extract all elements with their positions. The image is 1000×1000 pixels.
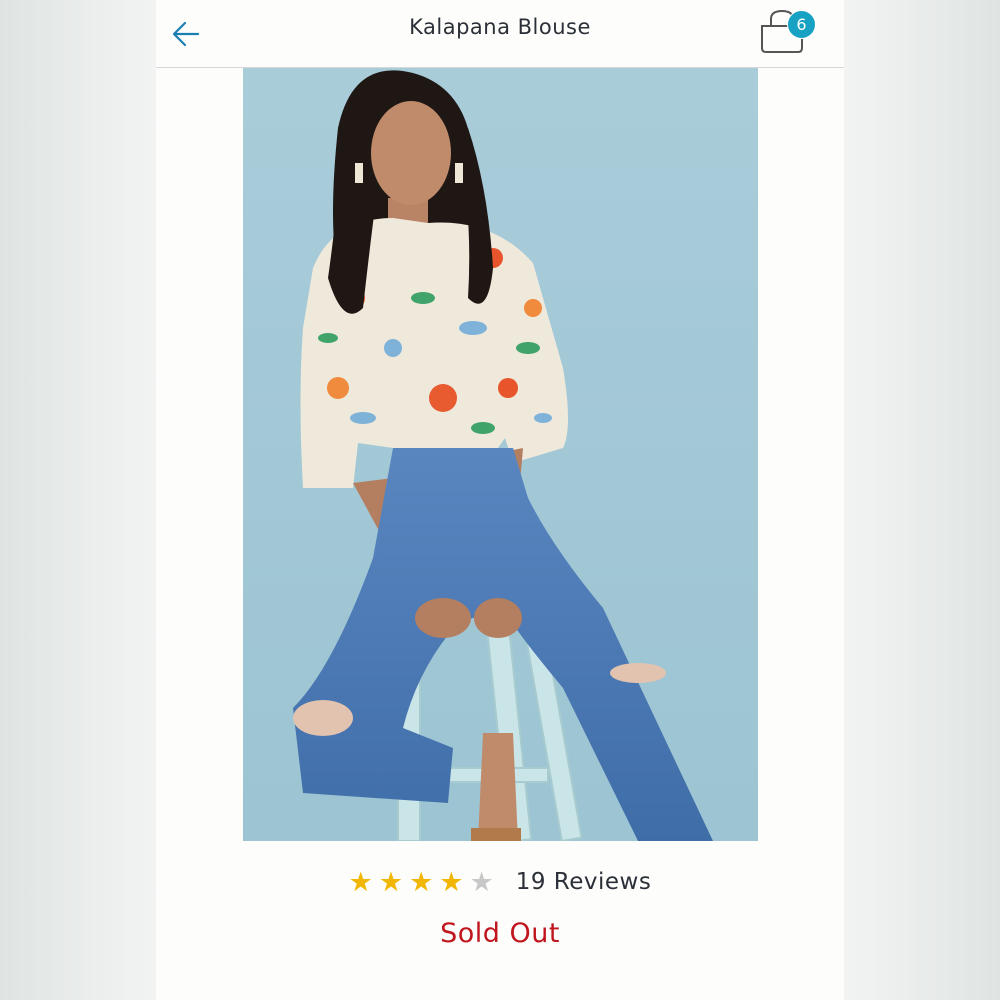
product-photo-graphic <box>243 68 758 841</box>
product-photo[interactable] <box>243 68 758 841</box>
backdrop-right <box>844 0 1000 1000</box>
star-filled-icon: ★ <box>409 866 434 898</box>
shopping-bag-button[interactable]: 6 <box>754 6 824 56</box>
star-filled-icon: ★ <box>348 866 373 898</box>
star-filled-icon: ★ <box>378 866 404 898</box>
sold-out-status: Sold Out <box>440 918 560 949</box>
star-empty-icon: ★ <box>469 866 494 898</box>
top-navigation-bar: Kalapana Blouse 6 <box>156 0 844 68</box>
star-rating[interactable]: ★ ★ ★ ★ ★ <box>349 869 494 896</box>
reviews-link[interactable]: 19 Reviews <box>516 869 652 895</box>
backdrop-left <box>0 0 156 1000</box>
rating-row: ★ ★ ★ ★ ★ 19 Reviews <box>156 862 844 902</box>
app-screen: Kalapana Blouse 6 ★ ★ ★ ★ ★ 19 Reviews S… <box>156 0 844 1000</box>
bag-count-badge: 6 <box>787 10 816 39</box>
star-filled-icon: ★ <box>439 866 464 898</box>
page-title: Kalapana Blouse <box>409 15 591 39</box>
